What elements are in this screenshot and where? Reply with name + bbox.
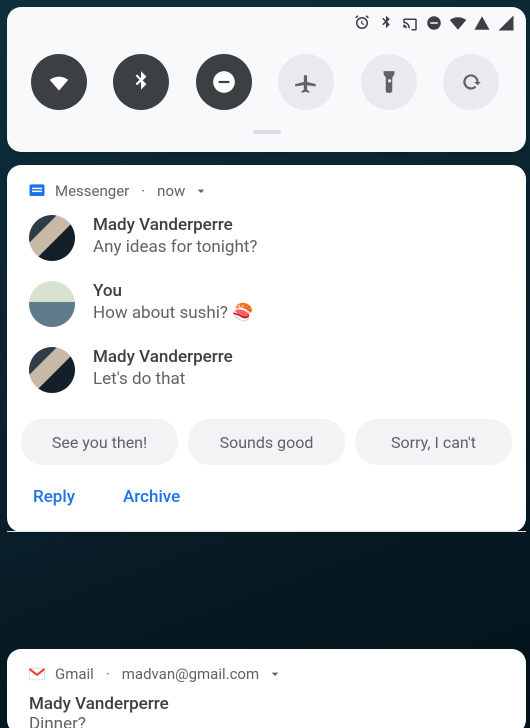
cast-icon	[401, 14, 419, 32]
smart-reply-row: See you then! Sounds good Sorry, I can't	[7, 413, 526, 465]
rotate-tile[interactable]	[443, 54, 499, 110]
notification-actions: Reply Archive	[7, 465, 526, 529]
message-item: Mady Vanderperre Any ideas for tonight?	[29, 215, 504, 261]
bluetooth-icon	[377, 14, 395, 32]
smart-reply-chip[interactable]: Sounds good	[188, 419, 345, 465]
message-text: Any ideas for tonight?	[93, 237, 257, 257]
smart-reply-chip[interactable]: Sorry, I can't	[355, 419, 512, 465]
avatar	[29, 281, 75, 327]
airplane-tile[interactable]	[278, 54, 334, 110]
gmail-body: Mady Vanderperre Dinner?	[7, 688, 526, 728]
separator-dot	[137, 182, 149, 200]
drag-handle[interactable]	[253, 130, 281, 134]
quick-settings-panel	[7, 7, 526, 152]
message-sender: Mady Vanderperre	[93, 347, 233, 367]
signal-icon	[497, 14, 515, 32]
message-sender: You	[93, 281, 253, 301]
divider	[7, 531, 526, 532]
dnd-tile[interactable]	[196, 54, 252, 110]
bluetooth-tile[interactable]	[113, 54, 169, 110]
message-sender: Mady Vanderperre	[93, 215, 257, 235]
quick-tiles-row	[7, 32, 526, 110]
battery-icon	[473, 14, 491, 32]
wifi-tile[interactable]	[31, 54, 87, 110]
message-text: Let's do that	[93, 369, 233, 389]
dnd-icon	[425, 14, 443, 32]
wifi-icon	[449, 14, 467, 32]
notification-header[interactable]: Messenger now	[7, 181, 526, 205]
conversation: Mady Vanderperre Any ideas for tonight? …	[7, 205, 526, 393]
message-item: Mady Vanderperre Let's do that	[29, 347, 504, 393]
status-bar	[7, 7, 526, 32]
avatar	[29, 215, 75, 261]
app-name: Gmail	[55, 665, 94, 683]
alarm-icon	[353, 14, 371, 32]
messenger-icon	[27, 181, 47, 201]
archive-button[interactable]: Archive	[123, 487, 180, 507]
gmail-notification[interactable]: Gmail madvan@gmail.com Mady Vanderperre …	[7, 649, 526, 728]
email-sender: Mady Vanderperre	[29, 694, 504, 714]
account-label: madvan@gmail.com	[122, 665, 259, 683]
smart-reply-chip[interactable]: See you then!	[21, 419, 178, 465]
reply-button[interactable]: Reply	[33, 487, 75, 507]
flashlight-tile[interactable]	[361, 54, 417, 110]
gmail-icon	[27, 664, 47, 684]
message-text: How about sushi? 🍣	[93, 303, 253, 323]
messenger-notification[interactable]: Messenger now Mady Vanderperre Any ideas…	[7, 165, 526, 532]
message-item: You How about sushi? 🍣	[29, 281, 504, 327]
notification-header[interactable]: Gmail madvan@gmail.com	[7, 664, 526, 688]
separator-dot	[102, 665, 114, 683]
chevron-down-icon	[267, 666, 283, 682]
notification-time: now	[157, 182, 185, 200]
avatar	[29, 347, 75, 393]
chevron-down-icon	[193, 183, 209, 199]
app-name: Messenger	[55, 182, 129, 200]
email-subject: Dinner?	[29, 714, 504, 728]
